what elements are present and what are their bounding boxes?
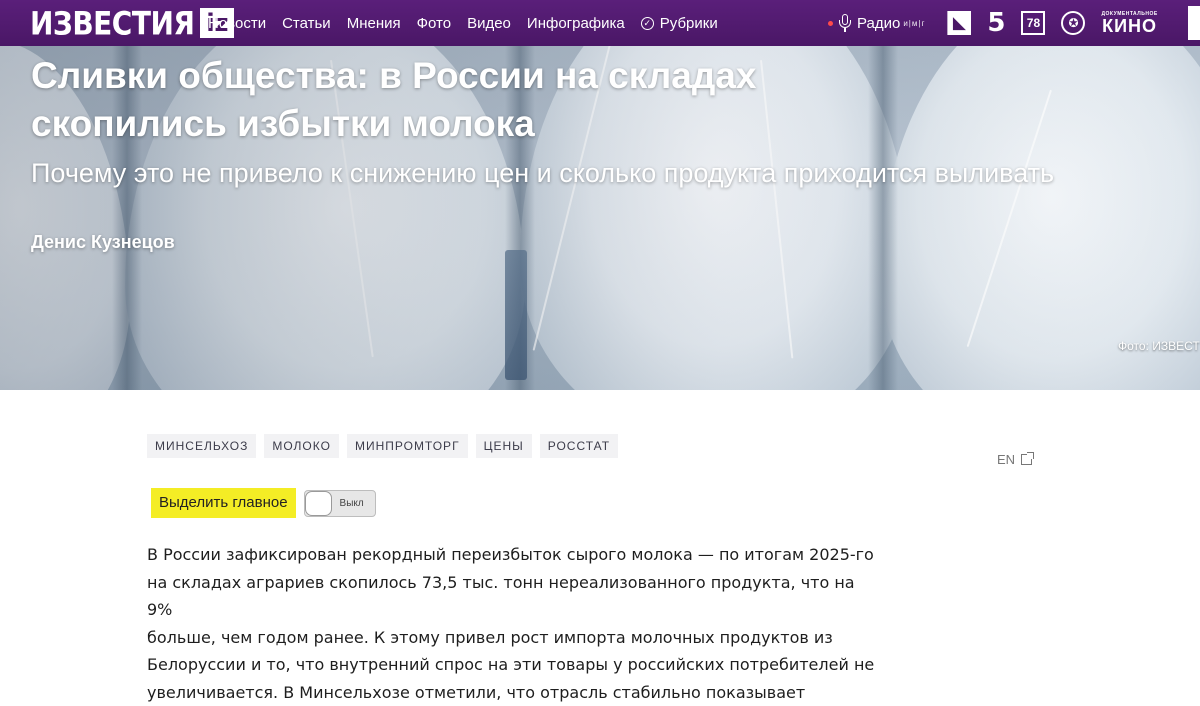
tag-item[interactable]: МИНПРОМТОРГ [347, 434, 468, 458]
article-title: Сливки общества: в России на складах ско… [31, 52, 831, 148]
tag-item[interactable]: ЦЕНЫ [476, 434, 532, 458]
article-line: В России зафиксирован рекордный переизбы… [147, 541, 877, 569]
article-line: увеличивается. В Минсельхозе отметили, ч… [147, 679, 877, 706]
nav-item-rubrics[interactable]: ✓ Рубрики [641, 15, 718, 32]
highlight-toggle[interactable]: Выкл [304, 490, 376, 517]
highlight-main-button[interactable]: Выделить главное [151, 488, 296, 518]
article-author[interactable]: Денис Кузнецов [31, 232, 175, 253]
channel-documentary-kino-icon[interactable]: ДОКУМЕНТАЛЬНОЕ КИНО [1101, 12, 1157, 35]
highlight-main-control: Выделить главное Выкл [151, 488, 376, 518]
media-links: Радио и|м|г ◣ 5 78 ✪ ДОКУМЕНТАЛЬНОЕ КИНО [828, 0, 1176, 46]
nav-item-news[interactable]: Новости [208, 15, 266, 32]
nav-item-articles[interactable]: Статьи [282, 15, 331, 32]
article-line: Белоруссии и то, что внутренний спрос на… [147, 651, 877, 679]
radio-link[interactable]: Радио [857, 15, 900, 32]
channel-1-icon[interactable]: ◣ [947, 11, 971, 35]
article-body: В России зафиксирован рекордный переизбы… [147, 541, 877, 706]
live-dot-icon [828, 21, 833, 26]
kino-big-label: КИНО [1102, 17, 1157, 35]
top-navigation-bar: ИЗВЕСТИЯ iz Новости Статьи Мнения Фото В… [0, 0, 1200, 46]
radio-frequency-letters: и|м|г [903, 19, 925, 28]
channel-star-icon[interactable]: ✪ [1061, 11, 1085, 35]
microphone-icon[interactable] [839, 14, 851, 32]
article-tags: МИНСЕЛЬХОЗ МОЛОКО МИНПРОМТОРГ ЦЕНЫ РОССТ… [147, 434, 626, 458]
channel-5-icon[interactable]: 5 [987, 8, 1005, 38]
article-line: больше, чем годом ранее. К этому привел … [147, 624, 877, 652]
site-logo[interactable]: ИЗВЕСТИЯ iz [30, 6, 234, 40]
nav-item-video[interactable]: Видео [467, 15, 511, 32]
nav-item-rubrics-label: Рубрики [660, 15, 718, 32]
next-channel-icon-partial[interactable] [1188, 6, 1200, 40]
tag-item[interactable]: МОЛОКО [264, 434, 339, 458]
article-subtitle: Почему это не привело к снижению цен и с… [31, 156, 1191, 190]
check-circle-icon: ✓ [641, 17, 654, 30]
nav-item-photo[interactable]: Фото [417, 15, 451, 32]
main-nav: Новости Статьи Мнения Фото Видео Инфогра… [208, 0, 734, 46]
photo-credit: Фото: ИЗВЕСТ [1118, 339, 1200, 353]
channel-78-icon[interactable]: 78 [1021, 11, 1045, 35]
english-version-label: EN [997, 452, 1015, 467]
english-version-link[interactable]: EN [997, 452, 1032, 467]
tag-item[interactable]: МИНСЕЛЬХОЗ [147, 434, 256, 458]
tag-item[interactable]: РОССТАТ [540, 434, 618, 458]
toggle-knob [305, 491, 332, 516]
nav-item-infographics[interactable]: Инфографика [527, 15, 625, 32]
hero-image: Сливки общества: в России на складах ско… [0, 0, 1200, 390]
toggle-state-label: Выкл [340, 498, 364, 509]
external-link-icon [1021, 454, 1032, 465]
logo-wordmark: ИЗВЕСТИЯ [30, 4, 194, 42]
nav-item-opinions[interactable]: Мнения [347, 15, 401, 32]
article-line: на складах аграриев скопилось 73,5 тыс. … [147, 569, 877, 624]
